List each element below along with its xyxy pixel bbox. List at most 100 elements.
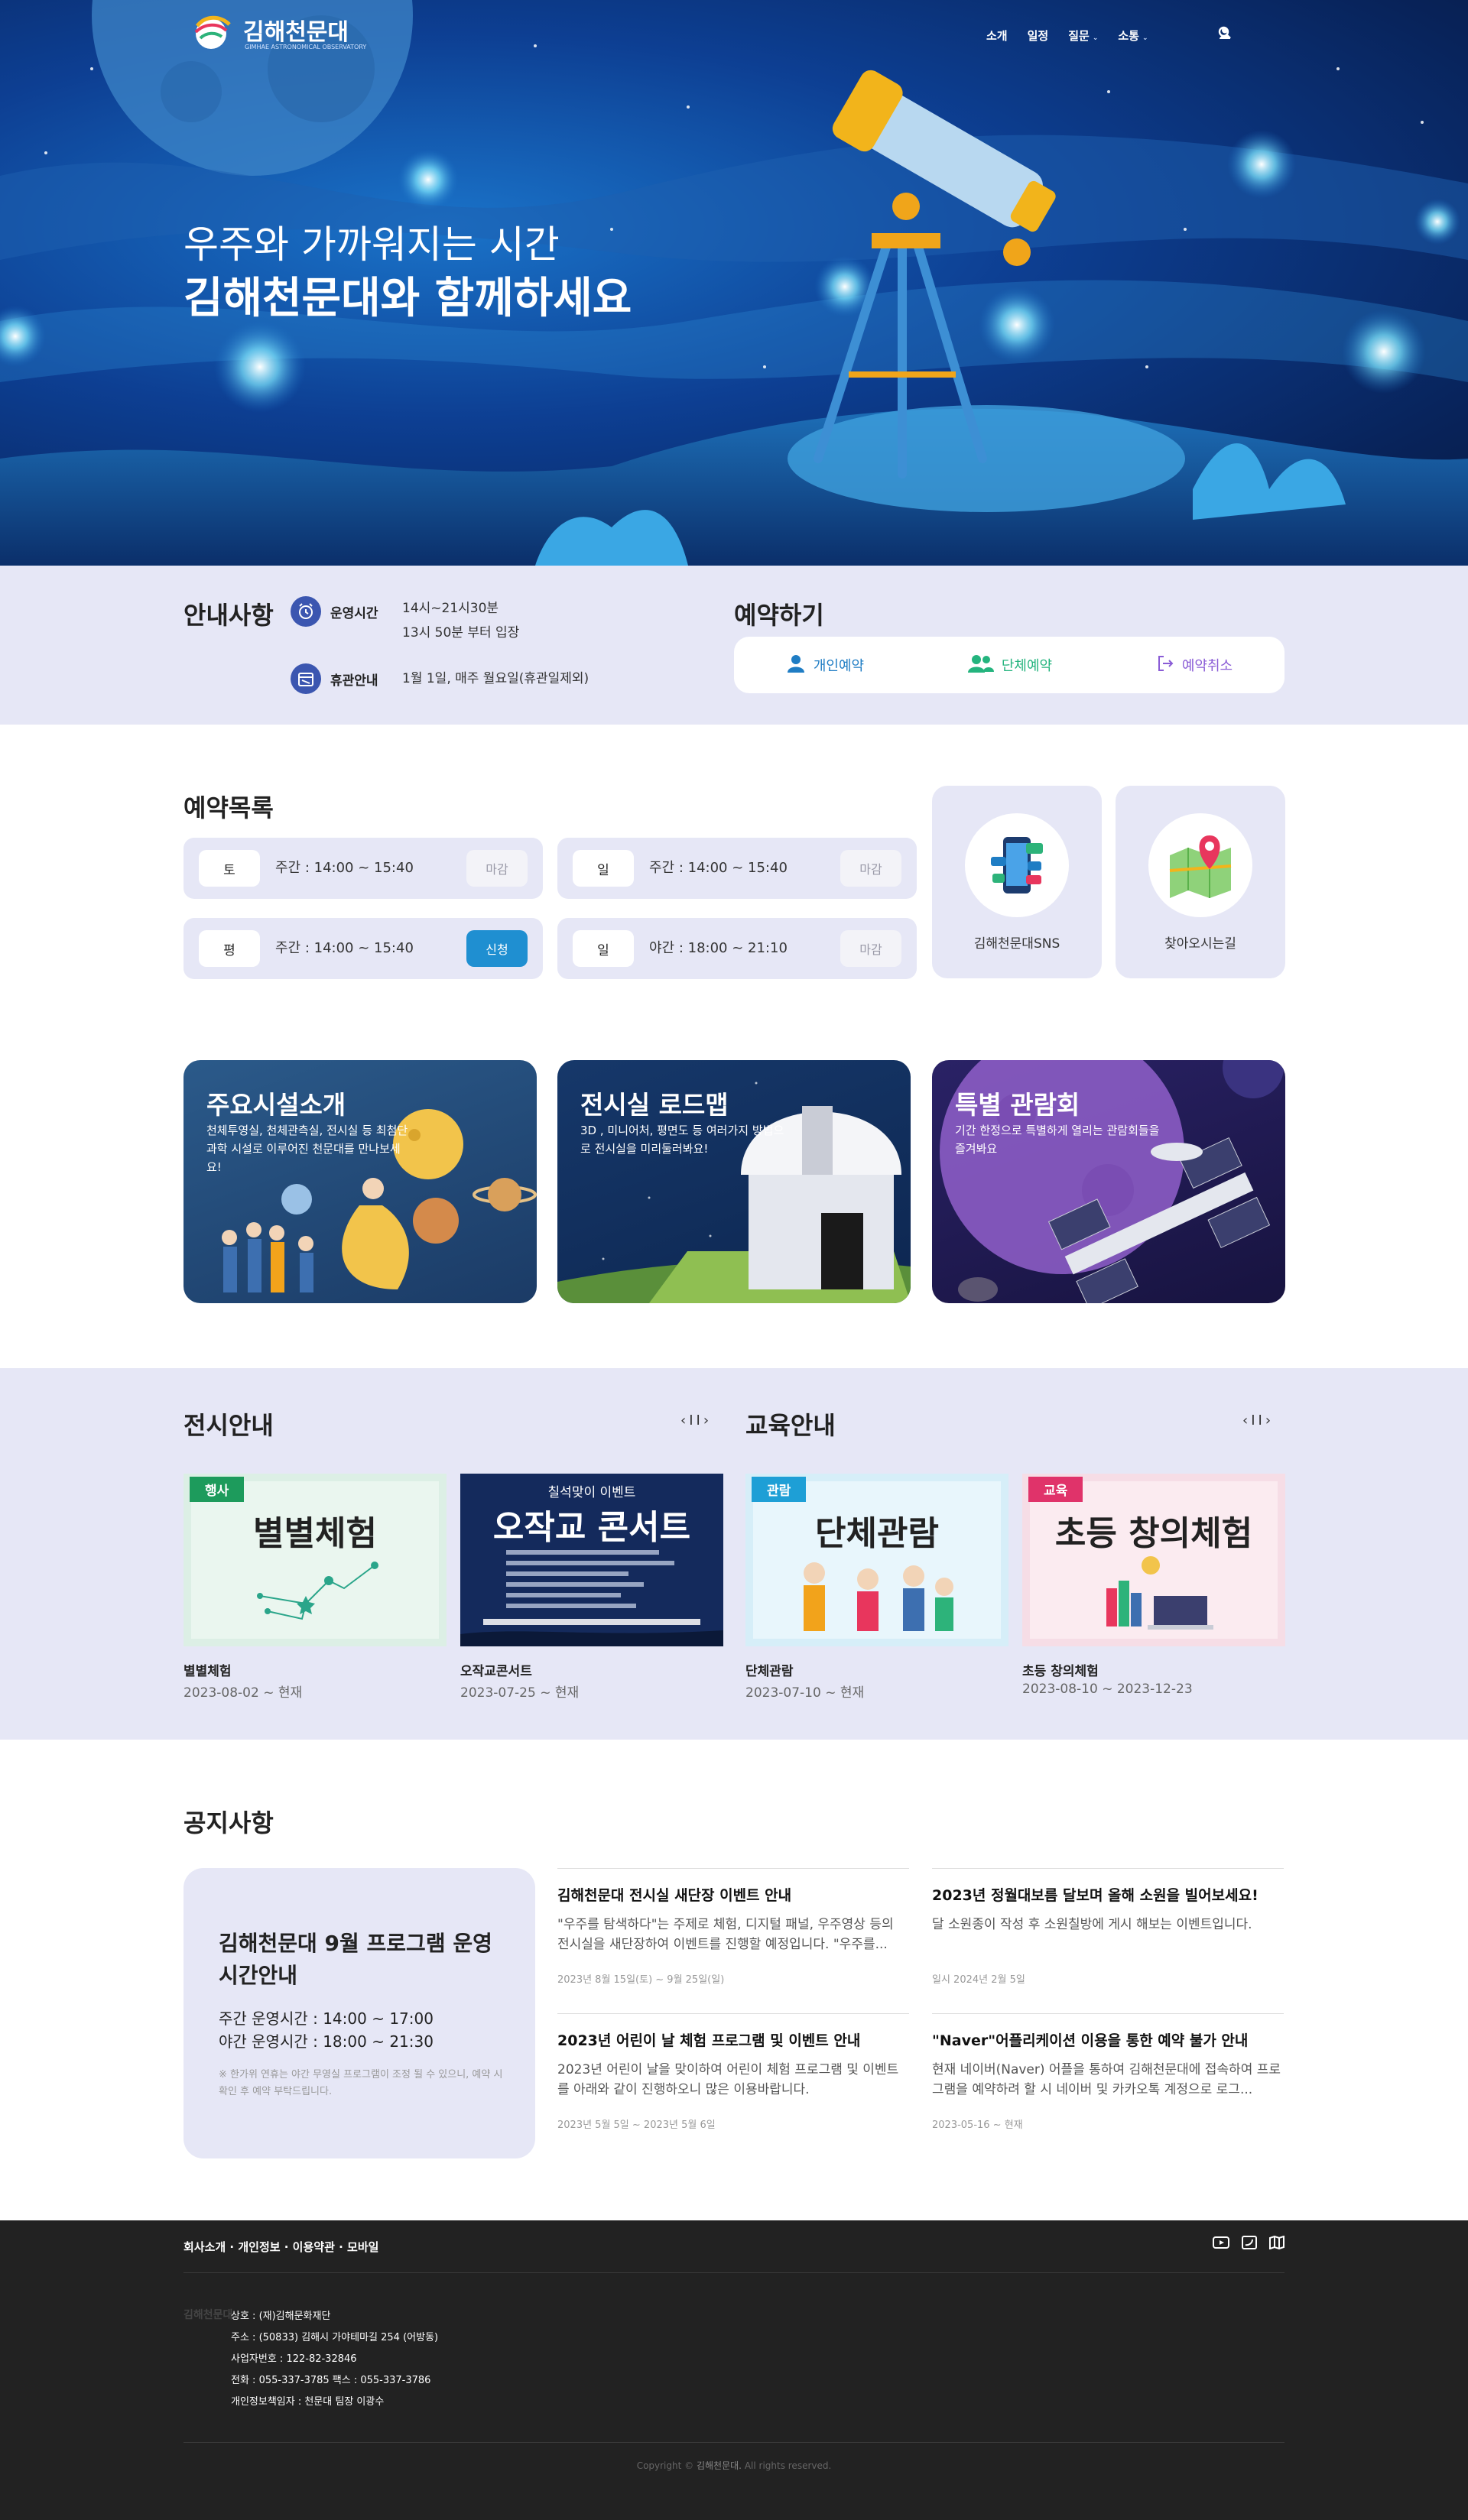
program-poster[interactable]: 칠석맞이 이벤트 오작교 콘서트 xyxy=(460,1474,723,1646)
nav-item-schedule[interactable]: 일정 xyxy=(1028,28,1049,44)
program-date: 2023-07-10 ~ 현재 xyxy=(745,1685,865,1701)
featured-night-hours: 야간 운영시간 : 18:00 ~ 21:30 xyxy=(219,2032,434,2051)
chevron-right-icon[interactable]: › xyxy=(703,1412,712,1429)
feature-card-roadmap[interactable]: 전시실 로드맵 3D , 미니어처, 평면도 등 여러가지 방법으로 전시실을 … xyxy=(557,1060,911,1303)
poster-info-lines xyxy=(460,1550,723,1646)
slot-day: 일 xyxy=(573,930,634,967)
books-laptop-illustration xyxy=(1106,1556,1213,1630)
program-date: 2023-08-10 ~ 2023-12-23 xyxy=(1022,1682,1193,1697)
notice-item-title: 2023년 어린이 날 체험 프로그램 및 이벤트 안내 xyxy=(557,2032,861,2049)
main-nav: 소개 일정 질문 ⌄ 소통 ⌄ xyxy=(986,28,1148,44)
slot-closed-button[interactable]: 마감 xyxy=(466,850,528,887)
notice-item-body: 현재 네이버(Naver) 어플을 통하여 김해천문대에 접속하여 프로그램을 … xyxy=(932,2062,1281,2097)
program-date: 2023-07-25 ~ 현재 xyxy=(460,1685,580,1701)
group-icon xyxy=(967,654,994,677)
copyright: Copyright © 김해천문대. All rights reserved. xyxy=(0,2459,1468,2472)
education-carousel-controls: ‹II› xyxy=(1242,1412,1274,1429)
footer-info-line: 개인정보책임자 : 천문대 팀장 이광수 xyxy=(231,2396,385,2408)
exhibition-title: 전시안내 xyxy=(184,1411,274,1440)
copyright-suffix: All rights reserved. xyxy=(744,2460,832,2471)
featured-note: ※ 한가위 연휴는 야간 무영실 프로그램이 조정 될 수 있으니, 예약 시 … xyxy=(219,2069,503,2097)
notice-item-title: 2023년 정월대보름 달보며 올해 소원을 빌어보세요! xyxy=(932,1887,1259,1904)
notice-item[interactable]: 2023년 어린이 날 체험 프로그램 및 이벤트 안내 2023년 어린이 날… xyxy=(557,2013,909,2155)
youtube-icon[interactable] xyxy=(1213,2236,1229,2252)
slot-apply-button[interactable]: 신청 xyxy=(466,930,528,967)
featured-weekday-hours: 주간 운영시간 : 14:00 ~ 17:00 xyxy=(219,2009,434,2028)
person-icon xyxy=(786,654,806,677)
feature-title: 전시실 로드맵 xyxy=(580,1090,729,1120)
footer-company-info: 상호 : (재)김해문화재단 주소 : (50833) 김해시 가야테마길 25… xyxy=(231,2306,438,2413)
program-name[interactable]: 단체관람 xyxy=(745,1660,794,1679)
cancel-reservation-button[interactable]: 예약취소 xyxy=(1156,654,1233,676)
notice-item-date: 2023년 8월 15일(토) ~ 9월 25일(일) xyxy=(557,1974,725,1986)
chevron-left-icon[interactable]: ‹ xyxy=(1242,1412,1251,1429)
info-bar: 안내사항 운영시간 14시~21시30분 13시 50분 부터 입장 휴관안내 … xyxy=(0,566,1468,725)
pause-icon[interactable]: II xyxy=(1251,1412,1265,1429)
hero-headline-1: 우주와 가까워지는 시간 xyxy=(184,222,560,267)
reservation-slot: 일 야간 : 18:00 ~ 21:10 마감 xyxy=(557,918,917,979)
feature-card-facilities[interactable]: 주요시설소개 천체투영실, 천체관측실, 전시실 등 최첨단 과학 시설로 이루… xyxy=(184,1060,537,1303)
group-visit-illustration xyxy=(804,1562,953,1631)
featured-notice[interactable]: 김해천문대 9월 프로그램 운영시간안내 주간 운영시간 : 14:00 ~ 1… xyxy=(184,1868,535,2158)
footer-divider xyxy=(184,2442,1284,2443)
footer-info-line: 상호 : (재)김해문화재단 xyxy=(231,2311,331,2322)
sign-out-icon xyxy=(1156,654,1174,676)
map-icon[interactable] xyxy=(1269,2235,1284,2252)
hero-banner: 김해천문대 GIMHAE ASTRONOMICAL OBSERVATORY 소개… xyxy=(0,0,1468,566)
site-footer: 회사소개 · 개인정보 · 이용약관 · 모바일 김해천문대 상호 : (재)김… xyxy=(0,2220,1468,2520)
sns-link[interactable]: 김해천문대SNS xyxy=(932,786,1102,978)
program-name[interactable]: 초등 창의체험 xyxy=(1022,1660,1099,1679)
twitter-icon[interactable] xyxy=(1242,2236,1257,2252)
smartphone-sns-icon xyxy=(965,813,1069,917)
nav-item-intro[interactable]: 소개 xyxy=(986,28,1008,44)
chevron-left-icon[interactable]: ‹ xyxy=(680,1412,689,1429)
pause-icon[interactable]: II xyxy=(689,1412,703,1429)
notice-item-date: 일시 2024년 2월 5일 xyxy=(932,1974,1025,1986)
program-poster[interactable]: 교육 초등 창의체험 xyxy=(1022,1474,1285,1646)
program-poster[interactable]: 행사 별별체험 xyxy=(184,1474,447,1646)
featured-headline: 김해천문대 9월 프로그램 운영시간안내 xyxy=(219,1931,492,1988)
hours-label: 운영시간 xyxy=(330,605,378,621)
footer-links[interactable]: 회사소개 · 개인정보 · 이용약관 · 모바일 xyxy=(184,2239,378,2255)
hours-values: 14시~21시30분 13시 50분 부터 입장 xyxy=(391,596,519,645)
notice-title: 공지사항 xyxy=(184,1808,274,1837)
notice-item[interactable]: 김해천문대 전시실 새단장 이벤트 안내 "우주를 탐색하다"는 주제로 체험,… xyxy=(557,1868,909,2010)
map-pin-icon xyxy=(1148,813,1252,917)
notice-item[interactable]: 2023년 정월대보름 달보며 올해 소원을 빌어보세요! 달 소원종이 작성 … xyxy=(932,1868,1284,2010)
footer-divider xyxy=(184,2272,1284,2273)
program-name[interactable]: 오작교콘서트 xyxy=(460,1660,532,1679)
logo-subtitle: GIMHAE ASTRONOMICAL OBSERVATORY xyxy=(245,43,367,50)
program-name[interactable]: 별별체험 xyxy=(184,1660,232,1679)
feature-desc: 천체투영실, 천체관측실, 전시실 등 최첨단 과학 시설로 이루어진 천문대를… xyxy=(206,1124,408,1174)
slot-day: 일 xyxy=(573,850,634,887)
nav-item-community[interactable]: 소통 ⌄ xyxy=(1118,28,1148,44)
notice-item-date: 2023-05-16 ~ 현재 xyxy=(932,2119,1023,2131)
footer-info-line: 주소 : (50833) 김해시 가야테마길 254 (어방동) xyxy=(231,2332,439,2343)
program-poster[interactable]: 관람 단체관람 xyxy=(745,1474,1008,1646)
notice-item[interactable]: "Naver"어플리케이션 이용을 통한 예약 불가 안내 현재 네이버(Nav… xyxy=(932,2013,1284,2155)
closed-row: 휴관안내 xyxy=(291,663,391,694)
chevron-right-icon[interactable]: › xyxy=(1265,1412,1274,1429)
directions-link[interactable]: 찾아오시는길 xyxy=(1116,786,1285,978)
slot-closed-button[interactable]: 마감 xyxy=(840,930,901,967)
logo-title: 김해천문대 xyxy=(243,18,349,46)
program-date: 2023-08-02 ~ 현재 xyxy=(184,1685,303,1701)
slot-closed-button[interactable]: 마감 xyxy=(840,850,901,887)
feature-card-special[interactable]: 특별 관람회 기간 한정으로 특별하게 열리는 관람회들을 즐겨봐요 xyxy=(932,1060,1285,1303)
programs-section: 전시안내 ‹II› 교육안내 ‹II› 행사 별별체험 별별체험 2023-08… xyxy=(0,1368,1468,1740)
alarm-clock-icon xyxy=(291,596,321,627)
slot-time: 야간 : 18:00 ~ 21:10 xyxy=(649,940,788,956)
hours-line-1: 14시~21시30분 xyxy=(402,601,499,616)
feature-title: 특별 관람회 xyxy=(955,1090,1080,1120)
feature-desc: 기간 한정으로 특별하게 열리는 관람회들을 즐겨봐요 xyxy=(955,1124,1160,1156)
sns-label: 김해천문대SNS xyxy=(973,936,1060,952)
footer-logo: 김해천문대 xyxy=(184,2309,233,2321)
notice-item-body: "우주를 탐색하다"는 주제로 체험, 디지털 패널, 우주영상 등의 전시실을… xyxy=(557,1917,894,1952)
individual-reservation-button[interactable]: 개인예약 xyxy=(786,654,864,677)
notice-item-date: 2023년 5월 5일 ~ 2023년 5월 6일 xyxy=(557,2119,716,2131)
nav-item-faq[interactable]: 질문 ⌄ xyxy=(1068,28,1098,44)
hours-line-2: 13시 50분 부터 입장 xyxy=(402,625,520,641)
site-logo[interactable]: 김해천문대 GIMHAE ASTRONOMICAL OBSERVATORY xyxy=(190,11,366,52)
featured-hours: 주간 운영시간 : 14:00 ~ 17:00 야간 운영시간 : 18:00 … xyxy=(219,2007,434,2053)
group-reservation-button[interactable]: 단체예약 xyxy=(967,654,1052,677)
